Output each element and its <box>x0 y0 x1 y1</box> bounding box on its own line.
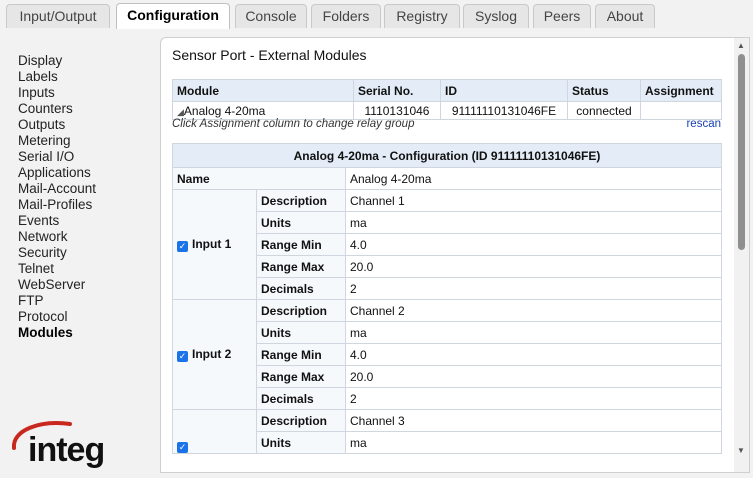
name-label: Name <box>172 167 346 190</box>
status-cell: connected <box>567 101 641 120</box>
tab-folders[interactable]: Folders <box>311 4 381 28</box>
input-2-label: Input 2 <box>192 347 232 361</box>
input-1-description[interactable]: Channel 1 <box>345 189 722 212</box>
expand-icon[interactable]: ◢ <box>177 107 184 117</box>
description-label: Description <box>256 189 346 212</box>
range-max-label: Range Max <box>256 255 346 278</box>
input-3-group: ✓ <box>172 409 257 454</box>
tab-input-output[interactable]: Input/Output <box>6 4 110 28</box>
config-title: Analog 4-20ma - Configuration (ID 911111… <box>172 143 722 168</box>
col-header-id: ID <box>440 79 568 102</box>
integ-logo: integ <box>10 418 120 473</box>
sidebar-item-inputs[interactable]: Inputs <box>18 85 96 101</box>
sidebar-item-modules[interactable]: Modules <box>18 325 96 341</box>
scroll-up-icon[interactable]: ▲ <box>737 41 745 50</box>
tab-syslog[interactable]: Syslog <box>463 4 529 28</box>
input-1-checkbox[interactable]: ✓ <box>177 241 188 252</box>
description-label: Description <box>256 409 346 432</box>
decimals-label: Decimals <box>256 387 346 410</box>
logo-icon: integ <box>11 421 105 469</box>
col-header-status: Status <box>567 79 641 102</box>
sidebar-item-mail-account[interactable]: Mail-Account <box>18 181 96 197</box>
input-3-units[interactable]: ma <box>345 431 722 454</box>
sidebar-item-display[interactable]: Display <box>18 53 96 69</box>
id-cell: 91111110131046FE <box>440 101 568 120</box>
tab-about[interactable]: About <box>595 4 655 28</box>
sidebar-item-labels[interactable]: Labels <box>18 69 96 85</box>
input-1-range-max[interactable]: 20.0 <box>345 255 722 278</box>
sidebar: Display Labels Inputs Counters Outputs M… <box>18 53 96 341</box>
range-min-label: Range Min <box>256 343 346 366</box>
units-label: Units <box>256 431 346 454</box>
input-1-units[interactable]: ma <box>345 211 722 234</box>
sidebar-item-counters[interactable]: Counters <box>18 101 96 117</box>
input-2-range-max[interactable]: 20.0 <box>345 365 722 388</box>
input-2-range-min[interactable]: 4.0 <box>345 343 722 366</box>
main-panel: Sensor Port - External Modules Module Se… <box>160 37 750 473</box>
input-2-checkbox[interactable]: ✓ <box>177 351 188 362</box>
sidebar-item-telnet[interactable]: Telnet <box>18 261 96 277</box>
tab-configuration[interactable]: Configuration <box>116 3 230 29</box>
module-name: Analog 4-20ma <box>183 103 266 118</box>
tab-bar: Input/Output Configuration Console Folde… <box>0 0 753 29</box>
scrollbar-thumb[interactable] <box>738 54 745 250</box>
range-max-label: Range Max <box>256 365 346 388</box>
units-label: Units <box>256 321 346 344</box>
tab-registry[interactable]: Registry <box>384 4 460 28</box>
sidebar-item-security[interactable]: Security <box>18 245 96 261</box>
sidebar-item-protocol[interactable]: Protocol <box>18 309 96 325</box>
scroll-down-icon[interactable]: ▼ <box>737 446 745 455</box>
module-cell[interactable]: ◢Analog 4-20ma <box>172 101 354 120</box>
input-1-label: Input 1 <box>192 237 232 251</box>
rescan-link[interactable]: rescan <box>686 118 721 130</box>
col-header-serial: Serial No. <box>353 79 441 102</box>
sidebar-item-serial-io[interactable]: Serial I/O <box>18 149 96 165</box>
sidebar-item-metering[interactable]: Metering <box>18 133 96 149</box>
input-2-group: ✓ Input 2 <box>172 299 257 410</box>
table-row[interactable]: ◢Analog 4-20ma 1110131046 91111110131046… <box>172 101 722 120</box>
input-1-decimals[interactable]: 2 <box>345 277 722 300</box>
input-3-checkbox[interactable]: ✓ <box>177 442 188 453</box>
decimals-label: Decimals <box>256 277 346 300</box>
modules-table: Module Serial No. ID Status Assignment ◢… <box>172 79 722 120</box>
range-min-label: Range Min <box>256 233 346 256</box>
sidebar-item-network[interactable]: Network <box>18 229 96 245</box>
input-1-range-min[interactable]: 4.0 <box>345 233 722 256</box>
input-2-decimals[interactable]: 2 <box>345 387 722 410</box>
description-label: Description <box>256 299 346 322</box>
logo-text: integ <box>28 431 104 469</box>
tab-peers[interactable]: Peers <box>533 4 591 28</box>
sidebar-item-outputs[interactable]: Outputs <box>18 117 96 133</box>
config-table: Analog 4-20ma - Configuration (ID 911111… <box>172 143 722 454</box>
name-value[interactable]: Analog 4-20ma <box>345 167 722 190</box>
sidebar-item-applications[interactable]: Applications <box>18 165 96 181</box>
col-header-assignment: Assignment <box>640 79 722 102</box>
units-label: Units <box>256 211 346 234</box>
input-2-description[interactable]: Channel 2 <box>345 299 722 322</box>
assignment-hint: Click Assignment column to change relay … <box>172 118 415 130</box>
assignment-cell[interactable] <box>640 101 722 120</box>
page-title: Sensor Port - External Modules <box>172 47 367 63</box>
input-3-description[interactable]: Channel 3 <box>345 409 722 432</box>
sidebar-item-events[interactable]: Events <box>18 213 96 229</box>
sidebar-item-ftp[interactable]: FTP <box>18 293 96 309</box>
vertical-scrollbar[interactable]: ▲ ▼ <box>734 38 749 472</box>
input-2-units[interactable]: ma <box>345 321 722 344</box>
input-1-group: ✓ Input 1 <box>172 189 257 300</box>
tab-console[interactable]: Console <box>235 4 307 28</box>
col-header-module: Module <box>172 79 354 102</box>
sidebar-item-webserver[interactable]: WebServer <box>18 277 96 293</box>
serial-cell: 1110131046 <box>353 101 441 120</box>
sidebar-item-mail-profiles[interactable]: Mail-Profiles <box>18 197 96 213</box>
